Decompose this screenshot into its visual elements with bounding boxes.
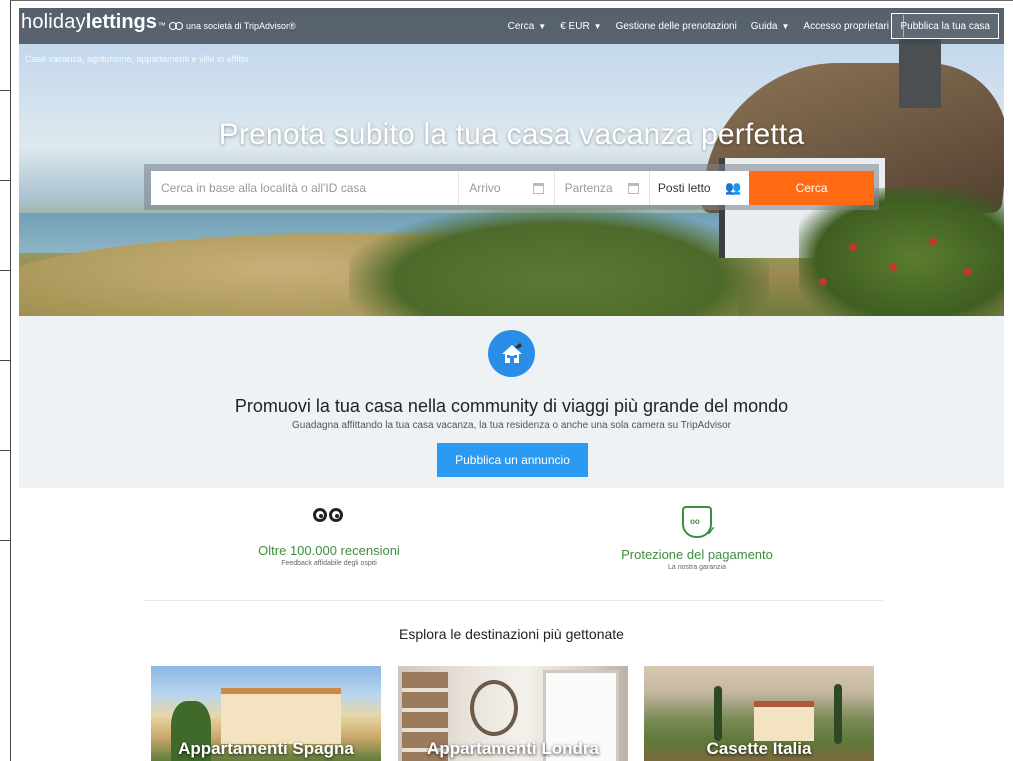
frame-border: [10, 0, 1013, 1]
cypress-image: [834, 684, 842, 744]
search-button[interactable]: Cerca: [749, 171, 874, 205]
hero-banner: holiday lettings ™ una società di TripAdvi…: [19, 8, 1004, 316]
hero-title: Prenota subito la tua casa vacanza perfe…: [218, 118, 805, 151]
shield-icon: oo ✓: [682, 506, 716, 538]
logo-subtitle: una società di TripAdvisor®: [169, 21, 296, 31]
tripadvisor-owl-icon: [169, 22, 183, 30]
publish-listing-button[interactable]: Pubblica un annuncio: [437, 443, 588, 477]
left-rail: [0, 0, 11, 761]
guests-label: Posti letto: [657, 181, 711, 195]
checkin-date-input[interactable]: Arrivo: [459, 171, 555, 205]
hero-berry: [849, 243, 857, 251]
checkout-date-input[interactable]: Partenza: [555, 171, 650, 205]
rail-tick: [0, 90, 10, 91]
hero-chimney: [899, 38, 941, 108]
promo-title: Promuovi la tua casa nella community di …: [234, 396, 789, 416]
villa-image: [754, 701, 814, 741]
people-icon: 👥: [724, 180, 742, 195]
features-section: Oltre 100.000 recensioni Feedback affida…: [19, 488, 1004, 618]
site-logo[interactable]: holiday lettings ™: [21, 11, 166, 41]
checkout-placeholder: Partenza: [564, 181, 613, 195]
house-icon: [488, 330, 535, 377]
search-form: Cerca in base alla località o all'ID cas…: [151, 171, 874, 205]
rail-tick: [0, 540, 10, 541]
hero-grass: [349, 208, 769, 316]
rail-tick: [0, 270, 10, 271]
nav-links: Cerca ▼ € EUR ▼ Gestione delle prenotazi…: [508, 8, 904, 44]
destination-placeholder: Cerca in base alla località o all'ID cas…: [161, 181, 367, 195]
destination-card-london[interactable]: Appartamenti Londra: [398, 666, 628, 761]
logo-trademark: ™: [157, 21, 166, 30]
logo-text-part1: holiday: [21, 11, 86, 33]
promo-section: Promuovi la tua casa nella community di …: [19, 316, 1004, 488]
cypress-image: [714, 686, 722, 741]
destinations-title: Esplora le destinazioni più gettonate: [399, 626, 624, 642]
browser-viewport: holiday lettings ™ una società di TripAdvi…: [19, 8, 1004, 761]
owl-icon: [311, 506, 347, 530]
calendar-icon: [532, 182, 544, 194]
checkin-placeholder: Arrivo: [469, 181, 501, 195]
rail-tick: [0, 180, 10, 181]
chevron-down-icon: ▼: [593, 21, 602, 31]
hero-berry: [929, 238, 937, 246]
logo-subtitle-text: una società di TripAdvisor®: [186, 21, 296, 31]
nav-link-label: Gestione delle prenotazioni: [615, 20, 737, 32]
rail-tick: [0, 360, 10, 361]
destination-label: Appartamenti Londra: [427, 739, 599, 758]
destination-search-input[interactable]: Cerca in base alla località o all'ID cas…: [151, 171, 460, 205]
publish-home-button[interactable]: Pubblica la tua casa: [891, 13, 999, 39]
nav-link-label: Guida: [750, 20, 778, 32]
chevron-down-icon: ▼: [538, 21, 547, 31]
nav-manage-bookings[interactable]: Gestione delle prenotazioni: [616, 21, 737, 32]
destination-card-italy[interactable]: Casette Italia: [644, 666, 874, 761]
hero-berry: [819, 278, 827, 286]
nav-link-label: Accesso proprietari: [803, 20, 889, 32]
destination-label: Casette Italia: [706, 739, 812, 758]
guests-selector[interactable]: Posti letto 👥: [650, 171, 749, 205]
feature-title: Oltre 100.000 recensioni: [258, 543, 400, 558]
destination-card-spain[interactable]: Appartamenti Spagna: [151, 666, 381, 761]
calendar-icon: [627, 182, 639, 194]
promo-subtitle: Guadagna affittando la tua casa vacanza,…: [292, 420, 731, 431]
nav-currency-menu[interactable]: € EUR ▼: [560, 21, 601, 32]
chevron-down-icon: ▼: [781, 21, 790, 31]
nav-link-label: € EUR: [560, 20, 590, 32]
nav-help-menu[interactable]: Guida ▼: [751, 21, 790, 32]
feature-reviews: Oltre 100.000 recensioni Feedback affida…: [179, 506, 479, 567]
feature-subtitle: Feedback affidabile degli ospiti: [281, 560, 377, 567]
nav-link-label: Cerca: [507, 20, 535, 32]
nav-search-menu[interactable]: Cerca ▼: [508, 21, 547, 32]
search-bar: Cerca in base alla località o all'ID cas…: [144, 164, 879, 210]
feature-subtitle: La nostra garanzia: [668, 564, 726, 571]
hero-berry: [964, 268, 972, 276]
feature-payment-protection: oo ✓ Protezione del pagamento La nostra g…: [547, 506, 847, 571]
section-divider: [145, 600, 883, 601]
top-nav: holiday lettings ™ una società di TripAdvi…: [19, 8, 1004, 44]
mirror-image: [470, 680, 518, 736]
hero-tagline: Case vacanza, agriturismo, appartamenti …: [25, 54, 249, 64]
villa-image: [221, 688, 341, 744]
destination-label: Appartamenti Spagna: [178, 739, 354, 758]
hero-berry: [889, 263, 897, 271]
logo-text-part2: lettings: [85, 11, 157, 33]
rail-tick: [0, 450, 10, 451]
nav-owner-login[interactable]: Accesso proprietari: [803, 21, 889, 32]
feature-title: Protezione del pagamento: [621, 547, 773, 562]
